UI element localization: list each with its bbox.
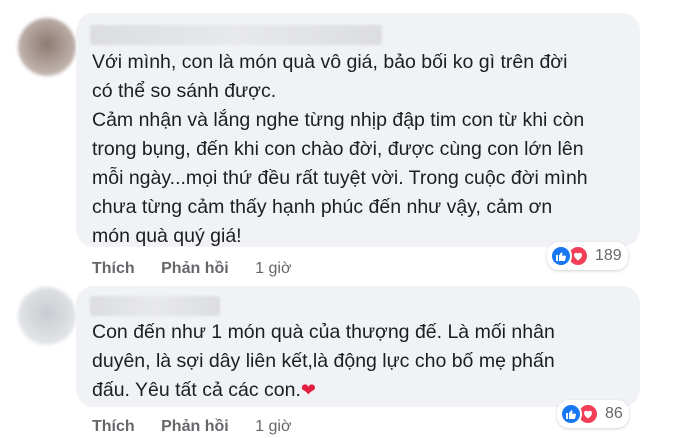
comment-text: Với mình, con là món quà vô giá, bảo bối…	[92, 51, 588, 247]
comment-text-body: Con đến như 1 món quà của thượng đế. Là …	[92, 321, 555, 401]
timestamp[interactable]: 1 giờ	[255, 418, 291, 435]
avatar[interactable]	[18, 287, 76, 345]
reactions-summary[interactable]: 189	[547, 242, 628, 270]
author-name-redacted[interactable]	[90, 25, 382, 45]
author-name-redacted[interactable]	[90, 296, 220, 316]
comment-actions: Thích Phản hồi 1 giờ	[92, 418, 313, 436]
reactions-summary[interactable]: 86	[557, 400, 629, 428]
reaction-count: 86	[605, 405, 623, 422]
reply-button[interactable]: Phản hồi	[161, 418, 229, 435]
like-button[interactable]: Thích	[92, 260, 135, 277]
like-button[interactable]: Thích	[92, 418, 135, 435]
avatar[interactable]	[18, 18, 76, 76]
like-reaction-icon	[550, 245, 572, 267]
comment-actions: Thích Phản hồi 1 giờ	[92, 260, 313, 278]
reply-button[interactable]: Phản hồi	[161, 260, 229, 277]
comment-bubble: Với mình, con là món quà vô giá, bảo bối…	[76, 13, 640, 247]
reaction-count: 189	[595, 247, 622, 264]
comment-bubble: Con đến như 1 món quà của thượng đế. Là …	[76, 286, 640, 407]
like-reaction-icon	[560, 403, 582, 425]
comment-text: Con đến như 1 món quà của thượng đế. Là …	[92, 318, 612, 405]
timestamp[interactable]: 1 giờ	[255, 260, 291, 277]
heart-emoji-icon: ❤	[300, 380, 316, 400]
